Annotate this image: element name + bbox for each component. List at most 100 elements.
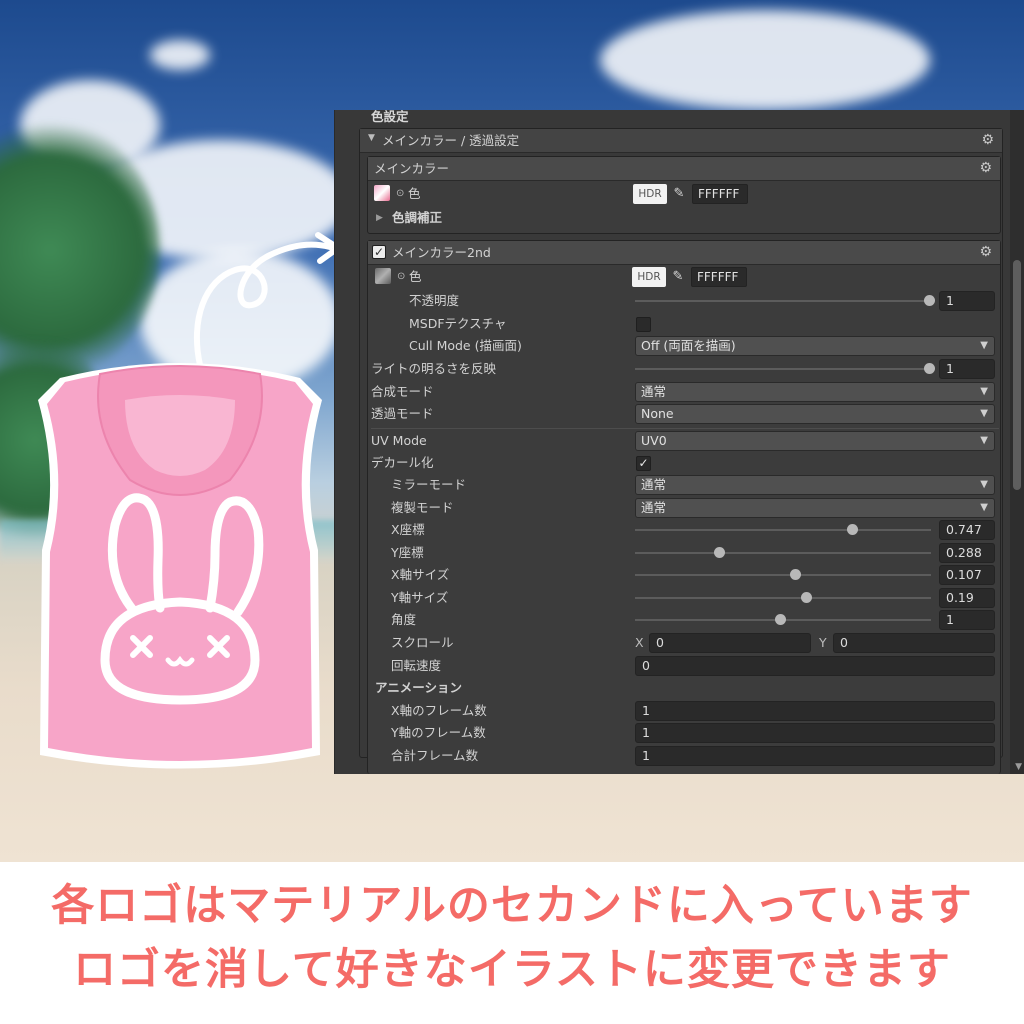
frames-total-field[interactable]: 1 xyxy=(635,746,995,766)
slider-track[interactable] xyxy=(635,574,931,576)
msdf-label: MSDFテクスチャ xyxy=(409,316,507,331)
color-label: 色 xyxy=(408,186,421,201)
decal-checkbox[interactable]: ✓ xyxy=(636,456,651,471)
light-slider-thumb[interactable] xyxy=(924,363,935,374)
light-label: ライトの明るさを反映 xyxy=(371,361,497,376)
gear-icon[interactable]: ⚙ xyxy=(979,244,992,260)
chevron-down-icon: ▼ xyxy=(980,435,988,446)
slider-track[interactable] xyxy=(635,529,931,531)
light-row: ライトの明るさを反映 1 xyxy=(371,358,999,380)
texture-slot-thumbnail[interactable] xyxy=(375,268,391,284)
gear-icon[interactable]: ⚙ xyxy=(981,132,994,148)
object-picker-icon[interactable]: ⊙ xyxy=(397,266,405,288)
blend-mode-label: 合成モード xyxy=(371,384,434,399)
gear-icon[interactable]: ⚙ xyxy=(979,160,992,176)
scroll-down-icon[interactable]: ▼ xyxy=(1015,762,1022,772)
decal-label: デカール化 xyxy=(371,455,434,470)
enable-checkbox[interactable]: ✓ xyxy=(372,245,386,259)
frames-total-label: 合計フレーム数 xyxy=(391,748,479,763)
opacity-slider-thumb[interactable] xyxy=(924,295,935,306)
light-slider-track[interactable] xyxy=(635,368,931,370)
opacity-label: 不透明度 xyxy=(409,293,460,308)
color-label: 色 xyxy=(409,269,422,284)
main-color-2nd-title: メインカラー2nd xyxy=(392,245,491,260)
slider-thumb[interactable] xyxy=(775,614,786,625)
blend-mode-dropdown[interactable]: 通常 ▼ xyxy=(635,382,995,402)
cull-mode-label: Cull Mode (描画面) xyxy=(409,338,522,353)
uv-mode-value: UV0 xyxy=(641,433,667,448)
section-title: メインカラー / 透過設定 xyxy=(382,133,520,148)
tone-correction-row[interactable]: ▶ 色調補正 xyxy=(368,207,1000,229)
rotation-field[interactable]: 0 xyxy=(635,656,995,676)
blend-mode-row: 合成モード 通常 ▼ xyxy=(371,381,999,403)
texture-slot-thumbnail[interactable] xyxy=(374,185,390,201)
scroll-x-field[interactable]: 0 xyxy=(649,633,811,653)
scroll-row: スクロール X 0 Y 0 xyxy=(391,632,999,654)
hdr-badge[interactable]: HDR xyxy=(632,267,666,287)
scrollbar-thumb[interactable] xyxy=(1013,260,1021,490)
slider-thumb[interactable] xyxy=(789,569,801,580)
main-color-title: メインカラー xyxy=(374,161,450,176)
main-color-row: ⊙ 色 HDR ✎ FFFFFF xyxy=(368,183,1000,205)
eyedropper-icon[interactable]: ✎ xyxy=(670,184,688,204)
main-color-2nd-header[interactable]: ✓ メインカラー2nd ⚙ xyxy=(368,241,1000,265)
slider-track[interactable] xyxy=(635,597,931,599)
mirror-mode-value: 通常 xyxy=(641,477,667,492)
slider-value-field[interactable]: 0.107 xyxy=(939,565,995,585)
color-hex-field[interactable]: FFFFFF xyxy=(691,267,747,287)
frames-y-label: Y軸のフレーム数 xyxy=(391,725,486,740)
chevron-down-icon: ▼ xyxy=(980,340,988,351)
hoodie-vest-preview xyxy=(38,363,322,769)
slider-row: 角度 1 xyxy=(391,609,999,631)
scroll-y-field[interactable]: 0 xyxy=(833,633,995,653)
decal-row: デカール化 ✓ xyxy=(371,452,999,474)
frames-total-row: 合計フレーム数 1 xyxy=(391,745,999,767)
caption-line-2: ロゴを消して好きなイラストに変更できます xyxy=(73,945,951,995)
mirror-mode-dropdown[interactable]: 通常 ▼ xyxy=(635,475,995,495)
slider-row: Y座標 0.288 xyxy=(391,542,999,564)
curved-arrow-icon xyxy=(193,232,341,368)
cull-mode-row: Cull Mode (描画面) Off (両面を描画) ▼ xyxy=(409,335,999,357)
eyedropper-icon[interactable]: ✎ xyxy=(669,267,687,287)
slider-value-field[interactable]: 0.288 xyxy=(939,543,995,563)
frames-x-field[interactable]: 1 xyxy=(635,701,995,721)
chevron-right-icon[interactable]: ▶ xyxy=(376,207,383,229)
cull-mode-dropdown[interactable]: Off (両面を描画) ▼ xyxy=(635,336,995,356)
msdf-checkbox[interactable] xyxy=(636,317,651,332)
opacity-slider-track[interactable] xyxy=(635,300,931,302)
cull-mode-value: Off (両面を描画) xyxy=(641,338,736,353)
uv-mode-row: UV Mode UV0 ▼ xyxy=(371,430,999,452)
object-picker-icon[interactable]: ⊙ xyxy=(396,183,404,205)
slider-value-field[interactable]: 0.19 xyxy=(939,588,995,608)
uv-mode-dropdown[interactable]: UV0 ▼ xyxy=(635,431,995,451)
transparency-mode-dropdown[interactable]: None ▼ xyxy=(635,404,995,424)
slider-thumb[interactable] xyxy=(801,592,813,603)
main-color-header[interactable]: メインカラー ⚙ xyxy=(368,157,1000,181)
chevron-down-icon: ▼ xyxy=(980,408,988,419)
slider-track[interactable] xyxy=(635,552,931,554)
scroll-label: スクロール xyxy=(391,635,454,650)
slider-value-field[interactable]: 0.747 xyxy=(939,520,995,540)
opacity-value-field[interactable]: 1 xyxy=(939,291,995,311)
frames-y-field[interactable]: 1 xyxy=(635,723,995,743)
section-header[interactable]: ▼ メインカラー / 透過設定 ⚙ xyxy=(360,129,1002,153)
chevron-down-icon: ▼ xyxy=(980,479,988,490)
hdr-badge[interactable]: HDR xyxy=(633,184,667,204)
slider-label: Y座標 xyxy=(391,545,424,560)
slider-thumb[interactable] xyxy=(846,524,858,535)
frames-y-row: Y軸のフレーム数 1 xyxy=(391,722,999,744)
material-inspector-panel: 色設定 ▼ メインカラー / 透過設定 ⚙ メインカラー ⚙ ⊙ 色 HDR ✎… xyxy=(334,110,1024,774)
transparency-mode-row: 透過モード None ▼ xyxy=(371,403,999,425)
tone-correction-label: 色調補正 xyxy=(392,210,443,225)
slider-thumb[interactable] xyxy=(713,547,725,558)
copy-mode-dropdown[interactable]: 通常 ▼ xyxy=(635,498,995,518)
slider-label: 角度 xyxy=(391,612,417,627)
color-2nd-row: ⊙ 色 HDR ✎ FFFFFF xyxy=(371,266,1001,288)
copy-mode-row: 複製モード 通常 ▼ xyxy=(391,497,999,519)
chevron-down-icon[interactable]: ▼ xyxy=(368,133,375,143)
mirror-mode-label: ミラーモード xyxy=(391,477,467,492)
light-value-field[interactable]: 1 xyxy=(939,359,995,379)
transparency-mode-value: None xyxy=(641,406,674,421)
color-hex-field[interactable]: FFFFFF xyxy=(692,184,748,204)
slider-value-field[interactable]: 1 xyxy=(939,610,995,630)
